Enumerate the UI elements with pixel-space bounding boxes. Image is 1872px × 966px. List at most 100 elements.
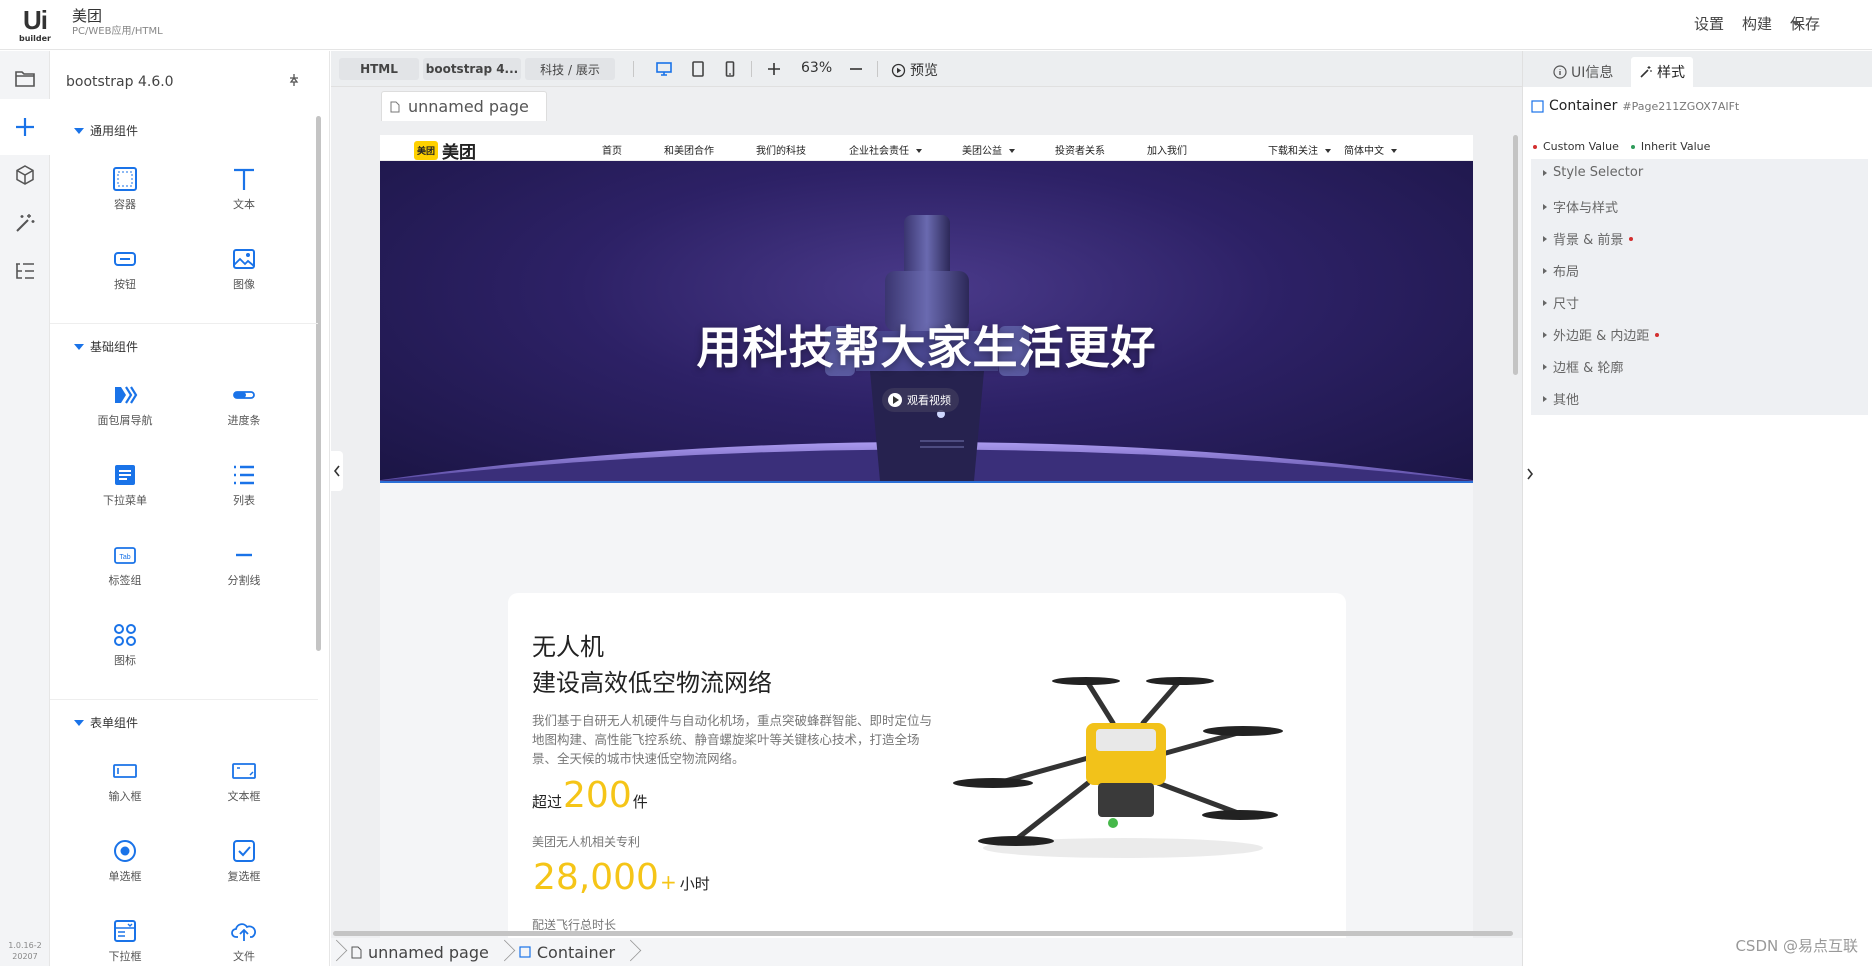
collapse-right-panel[interactable] — [1523, 454, 1537, 494]
list-icon — [234, 465, 254, 485]
breadcrumb-separator — [331, 938, 341, 966]
container-icon — [519, 946, 531, 958]
app-logo[interactable]: Ui builder — [18, 6, 52, 44]
group-font[interactable]: 字体与样式 — [1543, 197, 1618, 216]
nav-partner[interactable]: 和美团合作 — [664, 142, 714, 157]
nav-join[interactable]: 加入我们 — [1147, 142, 1187, 157]
component-label: 下拉菜单 — [103, 494, 147, 507]
component-progress[interactable]: 进度条 — [204, 382, 284, 428]
zoom-out-icon[interactable] — [847, 60, 865, 78]
component-dropdown[interactable]: 下拉菜单 — [85, 462, 165, 508]
nav-tech[interactable]: 我们的科技 — [756, 142, 806, 157]
page-icon — [390, 101, 400, 112]
page-tab[interactable]: unnamed page — [381, 91, 547, 121]
tab-framework[interactable]: bootstrap 4... — [423, 58, 521, 80]
play-icon — [888, 393, 902, 407]
component-input[interactable]: 输入框 — [85, 758, 165, 804]
component-tabs[interactable]: Tab 标签组 — [85, 542, 165, 588]
group-label: Style Selector — [1553, 165, 1644, 180]
watermark: CSDN @易点互联 — [1735, 937, 1858, 955]
group-size[interactable]: 尺寸 — [1543, 293, 1579, 312]
logo-word: 美团 — [442, 143, 477, 163]
nav-download[interactable]: 下载和关注 — [1268, 142, 1331, 157]
section-title: 通用组件 — [90, 124, 139, 138]
group-spacing[interactable]: 外边距 & 内边距 — [1543, 325, 1660, 344]
component-radio[interactable]: 单选框 — [85, 838, 165, 884]
component-label: 文本 — [233, 198, 255, 211]
breadcrumb-container[interactable]: Container — [509, 938, 625, 966]
save-dropdown-caret-icon[interactable] — [1792, 21, 1800, 26]
component-textarea[interactable]: 文本框 — [204, 758, 284, 804]
group-other[interactable]: 其他 — [1543, 389, 1579, 408]
selected-element: Container #Page211ZGOX7AIFt — [1531, 98, 1739, 114]
hero-banner[interactable]: 用科技帮大家生活更好 观看视频 — [380, 161, 1473, 483]
group-border[interactable]: 边框 & 轮廓 — [1543, 357, 1623, 376]
component-breadcrumb[interactable]: 面包屑导航 — [85, 382, 165, 428]
tab-ui-info[interactable]: UI信息 — [1545, 57, 1621, 87]
component-image[interactable]: 图像 — [204, 246, 284, 292]
watch-video-button[interactable]: 观看视频 — [882, 388, 959, 412]
stat-value: 200 — [563, 775, 632, 816]
component-checkbox[interactable]: 复选框 — [204, 838, 284, 884]
canvas-vertical-scrollbar[interactable] — [1513, 135, 1518, 375]
pin-panel-icon[interactable] — [288, 73, 300, 91]
top-actions: 设置 构建 保存 — [1694, 13, 1820, 34]
component-panel: bootstrap 4.6.0 通用组件 容器 文本 按钮 图像 基础组件 面包… — [50, 51, 330, 966]
expand-caret-icon — [1543, 363, 1547, 370]
breadcrumb-page[interactable]: unnamed page — [341, 938, 499, 966]
magic-wand-icon — [1640, 66, 1652, 78]
rail-layers[interactable] — [0, 243, 50, 299]
group-style-selector[interactable]: Style Selector — [1543, 165, 1643, 180]
component-label: 分割线 — [227, 574, 261, 587]
panel-scrollbar[interactable] — [316, 116, 321, 651]
nav-language[interactable]: 简体中文 — [1344, 142, 1397, 157]
component-list[interactable]: 列表 — [204, 462, 284, 508]
collapse-left-panel[interactable] — [331, 451, 343, 491]
desktop-view-icon[interactable] — [655, 60, 673, 78]
nav-investor[interactable]: 投资者关系 — [1055, 142, 1105, 157]
group-background[interactable]: 背景 & 前景 — [1543, 229, 1634, 248]
component-label: 输入框 — [108, 790, 142, 803]
settings-button[interactable]: 设置 — [1694, 13, 1724, 34]
element-breadcrumb: unnamed page Container — [331, 938, 1522, 966]
component-icon[interactable]: 图标 — [85, 622, 165, 668]
page-preview[interactable]: 美团 美团 首页 和美团合作 我们的科技 企业社会责任 美团公益 投资者关系 加… — [380, 135, 1473, 945]
section-general[interactable]: 通用组件 — [74, 122, 138, 139]
canvas-horizontal-scrollbar[interactable] — [333, 931, 1513, 936]
tablet-view-icon[interactable] — [689, 60, 707, 78]
preview-button[interactable]: 预览 — [891, 60, 938, 80]
nav-charity[interactable]: 美团公益 — [962, 142, 1015, 157]
group-label: 背景 & 前景 — [1553, 233, 1624, 248]
tab-style[interactable]: 样式 — [1631, 57, 1693, 87]
breadcrumb-separator — [499, 938, 509, 966]
value-legend: Custom Value Inherit Value — [1533, 140, 1710, 153]
zoom-level: 63% — [801, 60, 833, 76]
build-button[interactable]: 构建 — [1742, 13, 1772, 34]
expand-caret-icon — [74, 719, 84, 726]
component-label: 图像 — [233, 278, 255, 291]
legend-dot — [1630, 145, 1635, 149]
preview-label: 预览 — [910, 63, 938, 79]
group-layout[interactable]: 布局 — [1543, 261, 1579, 280]
card-description: 我们基于自研无人机硬件与自动化机场，重点突破蜂群智能、即时定位与地图构建、高性能… — [532, 713, 933, 766]
component-select[interactable]: 下拉框 — [85, 918, 165, 964]
mobile-view-icon[interactable] — [721, 60, 739, 78]
component-divider[interactable]: 分割线 — [204, 542, 284, 588]
zoom-in-icon[interactable] — [765, 60, 783, 78]
checkbox-icon — [233, 840, 255, 862]
site-logo[interactable]: 美团 美团 — [414, 138, 476, 163]
component-button[interactable]: 按钮 — [85, 246, 165, 292]
progress-icon — [233, 391, 255, 399]
component-file[interactable]: 文件 — [204, 918, 284, 964]
divider-icon — [236, 553, 252, 557]
nav-csr[interactable]: 企业社会责任 — [849, 142, 922, 157]
section-form[interactable]: 表单组件 — [74, 714, 138, 731]
tab-html[interactable]: HTML — [339, 58, 419, 80]
group-label: 布局 — [1553, 265, 1580, 280]
component-container[interactable]: 容器 — [85, 166, 165, 212]
folder-icon — [15, 71, 35, 87]
tab-template[interactable]: 科技 / 展示 — [525, 58, 615, 80]
nav-home[interactable]: 首页 — [602, 142, 622, 157]
component-text[interactable]: 文本 — [204, 166, 284, 212]
section-basic[interactable]: 基础组件 — [74, 338, 138, 355]
